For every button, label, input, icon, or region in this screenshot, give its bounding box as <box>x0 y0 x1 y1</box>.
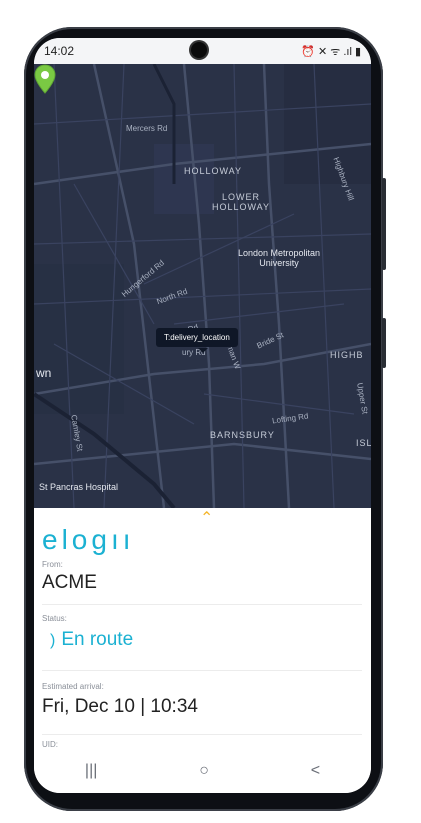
map-label-holloway: HOLLOWAY <box>184 166 243 176</box>
map-label-university: London Metropolitan University <box>238 248 321 268</box>
map-roads <box>34 64 371 508</box>
android-nav-bar: ||| ○ < <box>34 748 371 793</box>
from-value: ACME <box>42 572 97 593</box>
map-label-wn: wn <box>36 366 52 380</box>
map-pin-icon[interactable] <box>34 64 56 94</box>
map-label-lower-holloway: LOWER HOLLOWAY <box>212 192 271 212</box>
screen: 14:02 ⏰ ✕ ᯤ .ıl ▮ Mercers Rd HOLLOWAY LO… <box>34 38 371 793</box>
map-label-mercers-rd: Mercers Rd <box>126 124 168 133</box>
map-label-highbury: HIGHB <box>330 350 364 360</box>
map-label-barnsbury: BARNSBURY <box>210 430 275 440</box>
from-field: From: ACME <box>42 560 362 605</box>
status-field: Status: ) En route <box>42 614 362 671</box>
map-view[interactable]: Mercers Rd HOLLOWAY LOWER HOLLOWAY Londo… <box>34 64 371 508</box>
map-label-st-pancras: St Pancras Hospital <box>39 482 119 492</box>
status-value-row: ) En route <box>42 629 362 651</box>
status-label: Status: <box>42 614 67 623</box>
arrival-value: Fri, Dec 10 | 10:34 <box>42 696 198 717</box>
recents-button[interactable]: ||| <box>85 762 97 780</box>
arrival-field: Estimated arrival: Fri, Dec 10 | 10:34 <box>42 682 362 735</box>
status-icons: ⏰ ✕ ᯤ .ıl ▮ <box>301 45 361 58</box>
uid-field: UID: <box>42 740 362 748</box>
loading-spinner-icon: ) <box>50 632 56 649</box>
map-label-islington: ISL <box>356 438 371 448</box>
back-button[interactable]: < <box>311 762 320 780</box>
elogii-logo: elogıı <box>42 524 135 555</box>
expand-chevron-icon[interactable]: ⌃ <box>200 508 213 528</box>
tracking-panel: ⌃ elogıı From: ACME Status: ) En route Es… <box>34 508 371 748</box>
delivery-location-tooltip: T:delivery_location <box>156 328 238 353</box>
arrival-label: Estimated arrival: <box>42 682 104 691</box>
power-button <box>382 318 386 368</box>
uid-label: UID: <box>42 740 58 748</box>
status-value: En route <box>61 629 134 650</box>
front-camera <box>191 42 207 58</box>
status-time: 14:02 <box>44 44 75 58</box>
volume-button <box>382 178 386 270</box>
from-label: From: <box>42 560 63 569</box>
home-button[interactable]: ○ <box>199 762 209 780</box>
